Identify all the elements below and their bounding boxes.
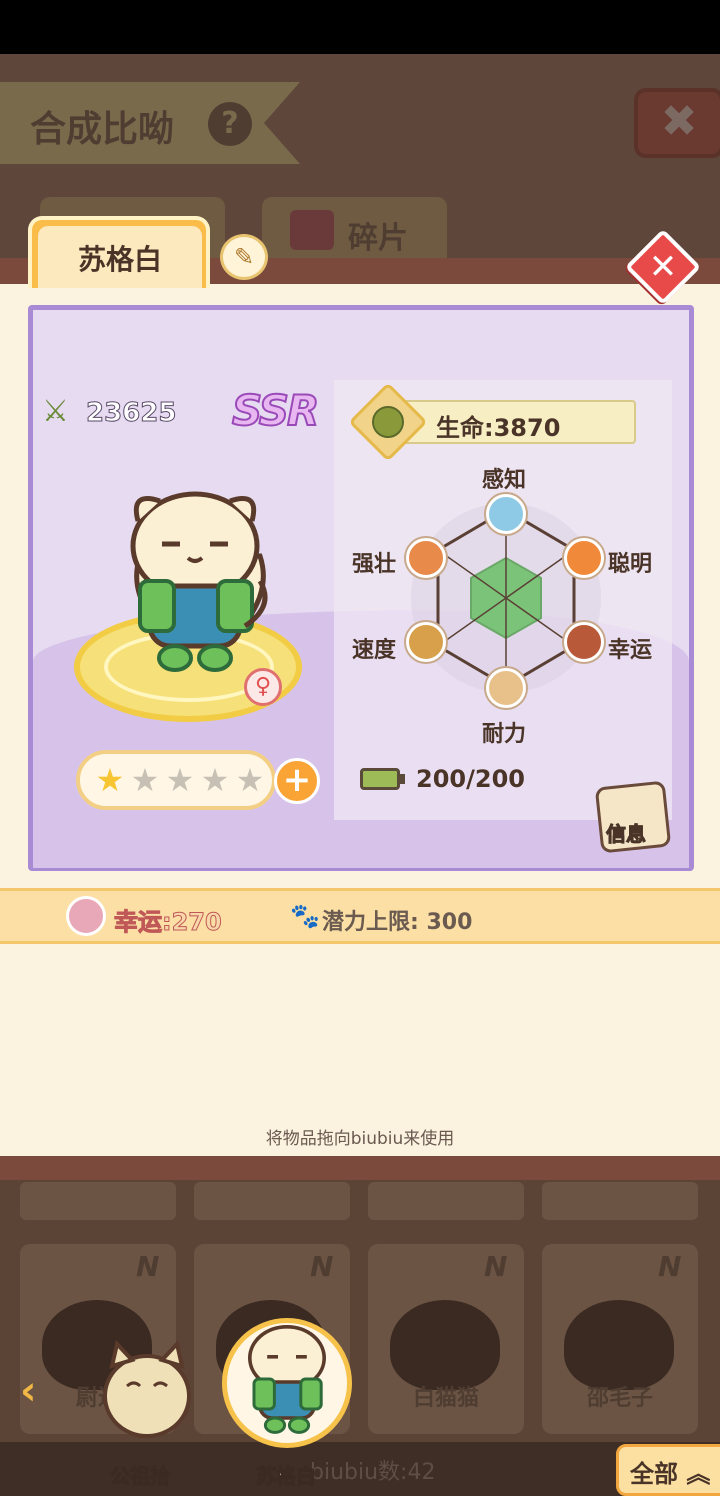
- roster-pet-name: 邵毛子: [586, 1386, 653, 1411]
- panel-bottom-border: [0, 1156, 720, 1180]
- attr-speed: 速度: [352, 638, 397, 663]
- horse-icon: [66, 896, 106, 936]
- eagle-icon: [486, 494, 526, 534]
- stamina-value: 200/200: [416, 765, 525, 793]
- paw-icon: 🐾: [290, 902, 320, 930]
- pet-character[interactable]: [110, 486, 280, 686]
- attr-perception: 感知: [482, 468, 527, 493]
- filter-all-text: 全部: [630, 1460, 678, 1488]
- chevron-left-icon[interactable]: ‹: [20, 1368, 36, 1414]
- life-value: 生命:3870: [436, 414, 561, 442]
- battery-icon: [360, 768, 400, 790]
- upgrade-star-button[interactable]: +: [274, 758, 320, 804]
- power-value: 23625: [85, 398, 177, 429]
- roster-slot-top: [542, 1182, 698, 1220]
- pet-name: 苏格白: [77, 243, 162, 276]
- star-icon: ★: [200, 761, 230, 799]
- rank-badge: N: [484, 1250, 508, 1283]
- team-pet-name: 公祖拾: [110, 1464, 171, 1489]
- attr-luck: 幸运: [608, 638, 653, 663]
- help-icon[interactable]: ?: [208, 102, 252, 146]
- star-icon: ★: [130, 761, 160, 799]
- bear-icon: [406, 538, 446, 578]
- page-title: 合成比呦: [30, 109, 175, 150]
- team-pet-name: 苏格白: [256, 1464, 317, 1489]
- chevron-up-icon: ︽: [678, 1460, 711, 1488]
- roster-pet-name: 白猫猫: [412, 1386, 479, 1411]
- roster-pet-silhouette: [564, 1300, 674, 1390]
- edit-name-button[interactable]: ✎: [220, 234, 268, 280]
- star-rating: ★ ★ ★ ★ ★: [76, 750, 276, 810]
- star-icon: ★: [165, 761, 195, 799]
- horse-icon: [564, 622, 604, 662]
- attr-endurance: 耐力: [482, 722, 527, 747]
- info-label[interactable]: 信息: [606, 818, 647, 847]
- roster-slot-top: [368, 1182, 524, 1220]
- rank-badge: N: [136, 1250, 160, 1283]
- rank-badge: N: [310, 1250, 334, 1283]
- attribute-hexagon: [411, 503, 601, 693]
- star-icon: ★: [95, 761, 125, 799]
- female-icon: ♀: [244, 668, 282, 706]
- star-icon: ★: [235, 761, 265, 799]
- potential-value: 潜力上限: 300: [322, 910, 473, 935]
- attr-intelligence: 聪明: [608, 552, 653, 577]
- close-icon[interactable]: ✕: [636, 240, 690, 294]
- team-pet-1[interactable]: [92, 1336, 202, 1446]
- crossed-swords-icon: ⚔: [42, 394, 69, 429]
- team-pet-2[interactable]: [234, 1322, 340, 1442]
- roster-pet-silhouette: [390, 1300, 500, 1390]
- tab-fragments-label: 碎片: [348, 221, 408, 256]
- roster-slot-top: [194, 1182, 350, 1220]
- ox-icon: [486, 668, 526, 708]
- rarity-badge: SSR: [231, 385, 320, 436]
- fragment-icon: [290, 210, 334, 250]
- attr-strength: 强壮: [352, 552, 397, 577]
- filter-all-label[interactable]: 全部 ︽: [630, 1454, 710, 1489]
- status-bar: [0, 0, 720, 54]
- luck-value: 幸运:270: [114, 908, 223, 937]
- pencil-icon: ✎: [233, 243, 255, 271]
- background-close-button: ✖: [634, 88, 720, 158]
- drag-hint: 将物品拖向biubiu来使用: [265, 1129, 455, 1149]
- monkey-icon: [564, 538, 604, 578]
- rank-badge: N: [658, 1250, 682, 1283]
- battery-tip: [400, 774, 405, 784]
- turtle-icon: [372, 406, 404, 438]
- roster-slot-top: [20, 1182, 176, 1220]
- cheetah-icon: [406, 622, 446, 662]
